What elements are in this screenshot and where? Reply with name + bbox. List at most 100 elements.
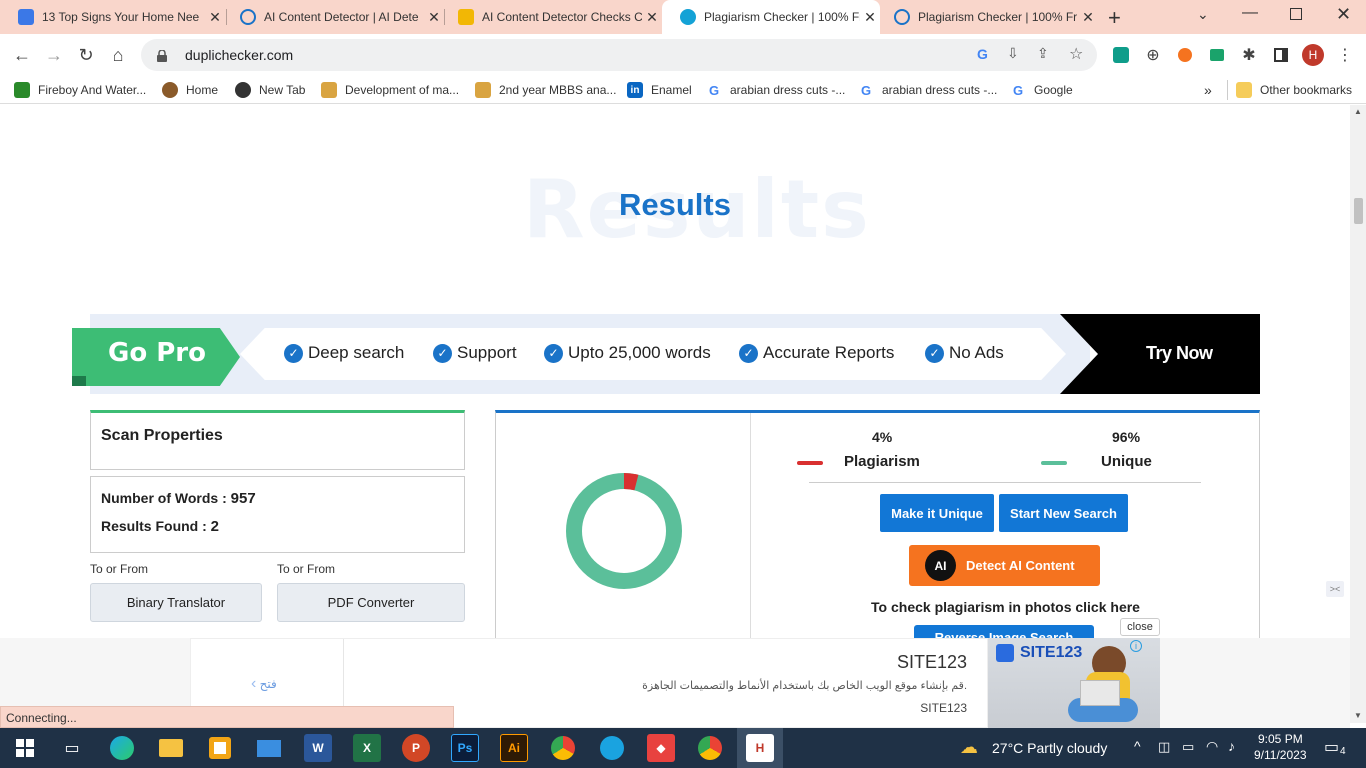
- scroll-down-icon[interactable]: ▼: [1354, 711, 1362, 720]
- word-icon[interactable]: W: [304, 734, 332, 762]
- canva-icon[interactable]: [600, 736, 624, 760]
- battery-icon[interactable]: ▭: [1182, 739, 1194, 755]
- extensions-puzzle-icon[interactable]: ✱: [1236, 42, 1262, 68]
- bookmark-item[interactable]: New Tab: [235, 81, 305, 99]
- folder-icon: [1236, 82, 1252, 98]
- menu-icon[interactable]: ⋮: [1332, 42, 1358, 68]
- new-tab-button[interactable]: +: [1108, 5, 1121, 31]
- tab-2[interactable]: AI Content Detector Checks C ✕: [440, 0, 662, 34]
- other-bookmarks[interactable]: Other bookmarks: [1236, 81, 1352, 99]
- powerpoint-icon[interactable]: P: [402, 734, 430, 762]
- reload-icon[interactable]: ↻: [73, 42, 99, 68]
- detect-ai-content-button[interactable]: AI Detect AI Content: [909, 545, 1100, 586]
- try-now-button[interactable]: Try Now: [1146, 343, 1213, 364]
- maximize-button[interactable]: [1290, 8, 1302, 20]
- excel-icon[interactable]: X: [353, 734, 381, 762]
- usb-icon[interactable]: ◫: [1158, 739, 1170, 755]
- store-icon[interactable]: [209, 737, 231, 759]
- address-bar[interactable]: duplichecker.com G ⇩ ⇪ ☆: [141, 39, 1097, 71]
- make-it-unique-button[interactable]: Make it Unique: [880, 494, 994, 532]
- tab-0[interactable]: 13 Top Signs Your Home Nee ✕: [0, 0, 225, 34]
- close-icon[interactable]: ✕: [642, 9, 662, 26]
- back-icon[interactable]: ←: [9, 42, 35, 68]
- site123-logo: SITE123: [996, 644, 1082, 662]
- ai-badge-icon: AI: [925, 550, 956, 581]
- bookmark-item[interactable]: Home: [162, 81, 218, 99]
- docs-icon: [18, 9, 34, 25]
- minimize-button[interactable]: —: [1242, 4, 1258, 22]
- windows-start-icon[interactable]: [11, 734, 39, 762]
- volume-icon[interactable]: ♪: [1228, 738, 1235, 754]
- anydesk-icon[interactable]: ◆: [647, 734, 675, 762]
- file-explorer-icon[interactable]: [159, 739, 183, 757]
- mail-extension-icon[interactable]: [1210, 49, 1224, 61]
- weather-icon[interactable]: ☁: [960, 737, 978, 758]
- go-pro-banner[interactable]: Go Pro ✓ Deep search ✓ Support ✓ Upto 25,00…: [72, 314, 1260, 394]
- avatar[interactable]: H: [1302, 44, 1324, 66]
- laptop-figure: [1080, 680, 1120, 706]
- bookmark-label: arabian dress cuts -...: [882, 83, 998, 97]
- ad-close-button[interactable]: close: [1120, 618, 1160, 636]
- scroll-up-icon[interactable]: ▲: [1354, 107, 1362, 116]
- notifications-icon[interactable]: ▭: [1324, 737, 1339, 757]
- binary-translator-button[interactable]: Binary Translator: [90, 583, 262, 622]
- game-icon: [14, 82, 30, 98]
- reverse-image-search-button[interactable]: Reverse Image Search: [914, 625, 1094, 638]
- bookmark-item[interactable]: G Google: [1010, 81, 1073, 99]
- share-icon[interactable]: ⇪: [1037, 45, 1049, 62]
- chrome-icon[interactable]: [551, 736, 575, 760]
- star-icon[interactable]: ☆: [1069, 44, 1083, 64]
- bookmark-label: New Tab: [259, 83, 306, 97]
- collapse-icon[interactable]: ><: [1326, 581, 1344, 597]
- wifi-icon[interactable]: ◠: [1206, 738, 1218, 755]
- to-from-label: To or From: [277, 562, 336, 576]
- tab-strip: 13 Top Signs Your Home Nee ✕ AI Content …: [0, 0, 1366, 34]
- tray-chevron-icon[interactable]: ^: [1134, 738, 1141, 754]
- browser-toolbar: ← → ↻ ⌂ duplichecker.com G ⇩ ⇪ ☆ ⊕ ✱ H ⋮: [0, 34, 1366, 76]
- clock-time[interactable]: 9:05 PM: [1258, 732, 1303, 746]
- close-icon[interactable]: ✕: [1078, 9, 1098, 26]
- scrollbar-thumb[interactable]: [1354, 198, 1363, 224]
- chrome-profile-icon[interactable]: [698, 736, 722, 760]
- google-lens-icon[interactable]: G: [977, 46, 988, 62]
- ad-image[interactable]: SITE123 i: [988, 638, 1160, 728]
- bookmark-label: arabian dress cuts -...: [730, 83, 846, 97]
- install-icon[interactable]: ⇩: [1007, 45, 1019, 62]
- bookmarks-overflow-icon[interactable]: »: [1204, 81, 1212, 99]
- bookmark-item[interactable]: in Enamel: [627, 81, 692, 99]
- tab-3-active[interactable]: Plagiarism Checker | 100% Fr ✕: [662, 0, 880, 34]
- task-view-icon[interactable]: ▭: [58, 734, 86, 762]
- start-new-search-button[interactable]: Start New Search: [999, 494, 1128, 532]
- side-panel-icon[interactable]: [1274, 48, 1288, 62]
- bookmark-item[interactable]: 2nd year MBBS ana...: [475, 81, 616, 99]
- edge-icon[interactable]: [110, 736, 134, 760]
- crosshair-extension-icon[interactable]: ⊕: [1140, 42, 1166, 68]
- google-icon: G: [1010, 82, 1026, 98]
- window-close-button[interactable]: ✕: [1336, 4, 1351, 25]
- photoshop-icon[interactable]: Ps: [451, 734, 479, 762]
- extension-icon[interactable]: [1113, 47, 1129, 63]
- extension-icon[interactable]: [1178, 48, 1192, 62]
- site-icon: [321, 82, 337, 98]
- forward-icon[interactable]: →: [41, 42, 67, 68]
- bookmark-item[interactable]: Garabian dress cuts -...: [858, 81, 997, 99]
- scan-properties-header: Scan Properties: [90, 410, 465, 470]
- clock-date[interactable]: 9/11/2023: [1254, 748, 1307, 762]
- bookmark-item[interactable]: Fireboy And Water...: [14, 81, 146, 99]
- ad-info-icon[interactable]: i: [1130, 640, 1142, 652]
- home-icon[interactable]: ⌂: [105, 42, 131, 68]
- bookmark-item[interactable]: Garabian dress cuts -...: [706, 81, 845, 99]
- illustrator-icon[interactable]: Ai: [500, 734, 528, 762]
- mail-icon[interactable]: [257, 739, 281, 757]
- active-app-icon[interactable]: H: [746, 734, 774, 762]
- tab-1[interactable]: AI Content Detector | AI Dete ✕: [222, 0, 444, 34]
- ad-open-link[interactable]: ‹ فتح: [251, 675, 277, 693]
- tab-search-icon[interactable]: ⌄: [1197, 6, 1209, 23]
- weather-text[interactable]: 27°C Partly cloudy: [992, 740, 1107, 756]
- check-icon: ✓: [433, 343, 452, 363]
- tab-4[interactable]: Plagiarism Checker | 100% Fr ✕: [876, 0, 1098, 34]
- pdf-converter-button[interactable]: PDF Converter: [277, 583, 465, 622]
- tab-title: AI Content Detector Checks C: [482, 10, 642, 24]
- page-scrollbar[interactable]: ▲ ▼: [1350, 105, 1366, 723]
- bookmark-item[interactable]: Development of ma...: [321, 81, 459, 99]
